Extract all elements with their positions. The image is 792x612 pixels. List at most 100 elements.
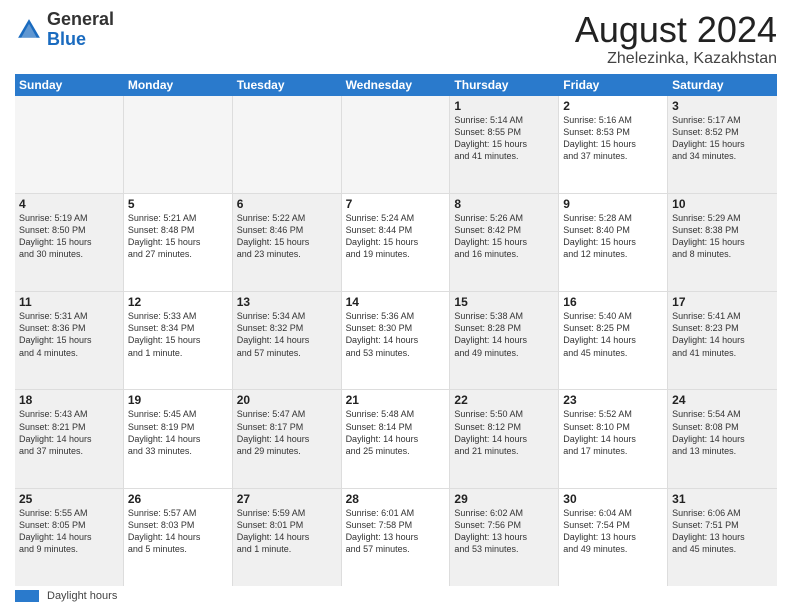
day-number: 20 <box>237 393 337 407</box>
day-number: 24 <box>672 393 773 407</box>
day-number: 11 <box>19 295 119 309</box>
day-info: Sunrise: 6:02 AM Sunset: 7:56 PM Dayligh… <box>454 507 554 556</box>
day-cell-26: 26Sunrise: 5:57 AM Sunset: 8:03 PM Dayli… <box>124 489 233 586</box>
day-number: 12 <box>128 295 228 309</box>
day-info: Sunrise: 5:47 AM Sunset: 8:17 PM Dayligh… <box>237 408 337 457</box>
day-cell-24: 24Sunrise: 5:54 AM Sunset: 8:08 PM Dayli… <box>668 390 777 487</box>
day-info: Sunrise: 5:22 AM Sunset: 8:46 PM Dayligh… <box>237 212 337 261</box>
day-number: 9 <box>563 197 663 211</box>
day-cell-16: 16Sunrise: 5:40 AM Sunset: 8:25 PM Dayli… <box>559 292 668 389</box>
day-cell-17: 17Sunrise: 5:41 AM Sunset: 8:23 PM Dayli… <box>668 292 777 389</box>
day-header-saturday: Saturday <box>668 74 777 96</box>
logo-blue: Blue <box>47 29 86 49</box>
day-info: Sunrise: 5:54 AM Sunset: 8:08 PM Dayligh… <box>672 408 773 457</box>
day-number: 19 <box>128 393 228 407</box>
day-info: Sunrise: 5:14 AM Sunset: 8:55 PM Dayligh… <box>454 114 554 163</box>
calendar-week-4: 18Sunrise: 5:43 AM Sunset: 8:21 PM Dayli… <box>15 390 777 488</box>
day-info: Sunrise: 5:26 AM Sunset: 8:42 PM Dayligh… <box>454 212 554 261</box>
day-header-wednesday: Wednesday <box>342 74 451 96</box>
calendar: SundayMondayTuesdayWednesdayThursdayFrid… <box>15 74 777 586</box>
day-info: Sunrise: 5:17 AM Sunset: 8:52 PM Dayligh… <box>672 114 773 163</box>
calendar-week-5: 25Sunrise: 5:55 AM Sunset: 8:05 PM Dayli… <box>15 489 777 586</box>
day-cell-6: 6Sunrise: 5:22 AM Sunset: 8:46 PM Daylig… <box>233 194 342 291</box>
day-header-monday: Monday <box>124 74 233 96</box>
day-cell-9: 9Sunrise: 5:28 AM Sunset: 8:40 PM Daylig… <box>559 194 668 291</box>
day-number: 4 <box>19 197 119 211</box>
day-number: 26 <box>128 492 228 506</box>
empty-cell <box>342 96 451 193</box>
day-cell-20: 20Sunrise: 5:47 AM Sunset: 8:17 PM Dayli… <box>233 390 342 487</box>
day-number: 7 <box>346 197 446 211</box>
day-cell-15: 15Sunrise: 5:38 AM Sunset: 8:28 PM Dayli… <box>450 292 559 389</box>
day-info: Sunrise: 5:24 AM Sunset: 8:44 PM Dayligh… <box>346 212 446 261</box>
day-number: 17 <box>672 295 773 309</box>
day-info: Sunrise: 5:33 AM Sunset: 8:34 PM Dayligh… <box>128 310 228 359</box>
day-number: 29 <box>454 492 554 506</box>
day-cell-27: 27Sunrise: 5:59 AM Sunset: 8:01 PM Dayli… <box>233 489 342 586</box>
day-number: 8 <box>454 197 554 211</box>
day-info: Sunrise: 5:41 AM Sunset: 8:23 PM Dayligh… <box>672 310 773 359</box>
day-cell-1: 1Sunrise: 5:14 AM Sunset: 8:55 PM Daylig… <box>450 96 559 193</box>
day-cell-4: 4Sunrise: 5:19 AM Sunset: 8:50 PM Daylig… <box>15 194 124 291</box>
calendar-header: SundayMondayTuesdayWednesdayThursdayFrid… <box>15 74 777 96</box>
day-cell-2: 2Sunrise: 5:16 AM Sunset: 8:53 PM Daylig… <box>559 96 668 193</box>
day-cell-14: 14Sunrise: 5:36 AM Sunset: 8:30 PM Dayli… <box>342 292 451 389</box>
day-info: Sunrise: 5:52 AM Sunset: 8:10 PM Dayligh… <box>563 408 663 457</box>
day-info: Sunrise: 5:31 AM Sunset: 8:36 PM Dayligh… <box>19 310 119 359</box>
day-cell-21: 21Sunrise: 5:48 AM Sunset: 8:14 PM Dayli… <box>342 390 451 487</box>
day-info: Sunrise: 6:01 AM Sunset: 7:58 PM Dayligh… <box>346 507 446 556</box>
logo-text: General Blue <box>47 10 114 50</box>
daylight-swatch <box>15 590 39 602</box>
day-info: Sunrise: 5:50 AM Sunset: 8:12 PM Dayligh… <box>454 408 554 457</box>
day-number: 27 <box>237 492 337 506</box>
day-cell-25: 25Sunrise: 5:55 AM Sunset: 8:05 PM Dayli… <box>15 489 124 586</box>
day-cell-10: 10Sunrise: 5:29 AM Sunset: 8:38 PM Dayli… <box>668 194 777 291</box>
day-info: Sunrise: 5:57 AM Sunset: 8:03 PM Dayligh… <box>128 507 228 556</box>
day-info: Sunrise: 5:36 AM Sunset: 8:30 PM Dayligh… <box>346 310 446 359</box>
title-block: August 2024 Zhelezinka, Kazakhstan <box>575 10 777 68</box>
day-header-thursday: Thursday <box>450 74 559 96</box>
day-info: Sunrise: 5:28 AM Sunset: 8:40 PM Dayligh… <box>563 212 663 261</box>
day-cell-18: 18Sunrise: 5:43 AM Sunset: 8:21 PM Dayli… <box>15 390 124 487</box>
day-info: Sunrise: 5:59 AM Sunset: 8:01 PM Dayligh… <box>237 507 337 556</box>
empty-cell <box>233 96 342 193</box>
day-info: Sunrise: 5:19 AM Sunset: 8:50 PM Dayligh… <box>19 212 119 261</box>
day-number: 18 <box>19 393 119 407</box>
day-cell-3: 3Sunrise: 5:17 AM Sunset: 8:52 PM Daylig… <box>668 96 777 193</box>
day-info: Sunrise: 5:55 AM Sunset: 8:05 PM Dayligh… <box>19 507 119 556</box>
calendar-week-3: 11Sunrise: 5:31 AM Sunset: 8:36 PM Dayli… <box>15 292 777 390</box>
empty-cell <box>124 96 233 193</box>
day-number: 30 <box>563 492 663 506</box>
day-info: Sunrise: 5:38 AM Sunset: 8:28 PM Dayligh… <box>454 310 554 359</box>
logo: General Blue <box>15 10 114 50</box>
day-cell-29: 29Sunrise: 6:02 AM Sunset: 7:56 PM Dayli… <box>450 489 559 586</box>
day-number: 10 <box>672 197 773 211</box>
day-cell-22: 22Sunrise: 5:50 AM Sunset: 8:12 PM Dayli… <box>450 390 559 487</box>
logo-icon <box>15 16 43 44</box>
day-cell-30: 30Sunrise: 6:04 AM Sunset: 7:54 PM Dayli… <box>559 489 668 586</box>
day-cell-12: 12Sunrise: 5:33 AM Sunset: 8:34 PM Dayli… <box>124 292 233 389</box>
calendar-week-1: 1Sunrise: 5:14 AM Sunset: 8:55 PM Daylig… <box>15 96 777 194</box>
day-number: 23 <box>563 393 663 407</box>
calendar-week-2: 4Sunrise: 5:19 AM Sunset: 8:50 PM Daylig… <box>15 194 777 292</box>
day-number: 14 <box>346 295 446 309</box>
day-info: Sunrise: 5:48 AM Sunset: 8:14 PM Dayligh… <box>346 408 446 457</box>
day-number: 15 <box>454 295 554 309</box>
day-info: Sunrise: 5:45 AM Sunset: 8:19 PM Dayligh… <box>128 408 228 457</box>
day-number: 28 <box>346 492 446 506</box>
day-number: 16 <box>563 295 663 309</box>
footer-label: Daylight hours <box>47 590 117 602</box>
day-number: 1 <box>454 99 554 113</box>
day-cell-19: 19Sunrise: 5:45 AM Sunset: 8:19 PM Dayli… <box>124 390 233 487</box>
day-info: Sunrise: 5:16 AM Sunset: 8:53 PM Dayligh… <box>563 114 663 163</box>
day-cell-28: 28Sunrise: 6:01 AM Sunset: 7:58 PM Dayli… <box>342 489 451 586</box>
day-cell-5: 5Sunrise: 5:21 AM Sunset: 8:48 PM Daylig… <box>124 194 233 291</box>
day-info: Sunrise: 5:40 AM Sunset: 8:25 PM Dayligh… <box>563 310 663 359</box>
day-cell-11: 11Sunrise: 5:31 AM Sunset: 8:36 PM Dayli… <box>15 292 124 389</box>
day-info: Sunrise: 5:43 AM Sunset: 8:21 PM Dayligh… <box>19 408 119 457</box>
day-cell-7: 7Sunrise: 5:24 AM Sunset: 8:44 PM Daylig… <box>342 194 451 291</box>
day-info: Sunrise: 6:06 AM Sunset: 7:51 PM Dayligh… <box>672 507 773 556</box>
day-cell-23: 23Sunrise: 5:52 AM Sunset: 8:10 PM Dayli… <box>559 390 668 487</box>
day-cell-13: 13Sunrise: 5:34 AM Sunset: 8:32 PM Dayli… <box>233 292 342 389</box>
day-number: 3 <box>672 99 773 113</box>
